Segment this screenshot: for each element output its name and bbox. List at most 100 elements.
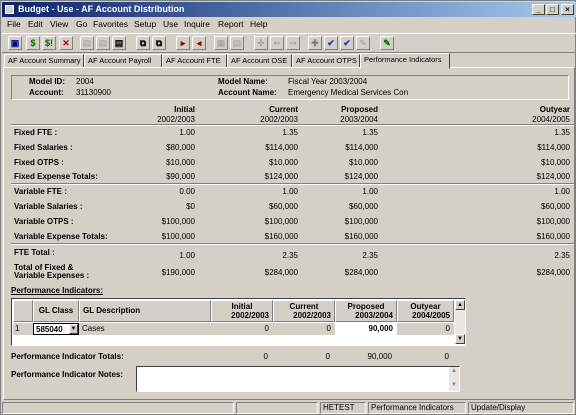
notes-scrollbar[interactable]: ▲ ▼ (449, 367, 459, 391)
copy-icon[interactable]: ⧉ (152, 36, 166, 50)
col-outyear-year: 2004/2005 (532, 115, 570, 124)
grid-icon[interactable]: ▤ (112, 36, 126, 50)
tab-af-account-summary[interactable]: AF Account Summary (4, 54, 84, 68)
variable-salaries-outyear: $60,000 (541, 202, 570, 211)
current-header-label: Current (289, 302, 319, 311)
gl-class-select[interactable]: 585040 ▼ (33, 323, 79, 335)
tab-performance-indicators[interactable]: Performance Indicators (360, 53, 450, 69)
menu-setup[interactable]: Setup (134, 19, 156, 29)
forward-arrow-icon[interactable]: ⇒ (286, 36, 300, 50)
account-label: Account: (29, 88, 64, 97)
divider (11, 183, 574, 185)
col-initial-label: Initial (174, 105, 195, 114)
fixed-fte-label: Fixed FTE : (14, 128, 58, 137)
tab-af-account-otps[interactable]: AF Account OTPS (292, 54, 360, 68)
nav-icon[interactable]: ▸ (176, 36, 190, 50)
fixed-salaries-initial: $80,000 (166, 143, 195, 152)
variable-fte-current: 1.00 (282, 187, 298, 196)
outyear-header-label: Outyear (410, 302, 441, 311)
outyear-header[interactable]: Outyear 2004/2005 (397, 300, 454, 322)
delete-icon[interactable]: ✕ (59, 36, 73, 50)
tab-strip: AF Account Summary AF Account Payroll AF… (4, 53, 574, 69)
tab-af-account-fte[interactable]: AF Account FTE (162, 54, 227, 68)
performance-total-current: 0 (325, 352, 330, 361)
model-name-label: Model Name: (218, 77, 268, 86)
scroll-down-icon[interactable]: ▼ (449, 381, 459, 391)
col-current-label: Current (269, 105, 298, 114)
outyear-cell[interactable]: 0 (397, 323, 454, 335)
fixed-fte-outyear: 1.35 (554, 128, 570, 137)
app-window: Budget - Use - AF Account Distribution _… (0, 0, 576, 415)
fixed-expense-totals-outyear: $124,000 (536, 172, 570, 181)
menu-view[interactable]: View (50, 19, 68, 29)
grid-icon[interactable]: ▤ (96, 36, 110, 50)
minimize-button[interactable]: _ (532, 4, 545, 15)
gl-description-cell[interactable]: Cases (79, 323, 211, 335)
performance-notes-field[interactable]: ▲ ▼ (136, 366, 460, 392)
grid-icon[interactable]: ▤ (80, 36, 94, 50)
proposed-header[interactable]: Proposed 2003/2004 (335, 300, 397, 322)
current-header[interactable]: Current 2002/2003 (273, 300, 335, 322)
row-number: 1 (13, 323, 33, 335)
add-icon[interactable]: ✚ (308, 36, 322, 50)
tab-af-account-payroll[interactable]: AF Account Payroll (84, 54, 162, 68)
menu-go[interactable]: Go (76, 19, 87, 29)
pencil-icon[interactable]: ✎ (356, 36, 370, 50)
tab-content: Model ID: 2004 Account: 31130900 Model N… (3, 67, 575, 400)
variable-expense-totals-current: $160,000 (264, 232, 298, 241)
menu-file[interactable]: File (7, 19, 21, 29)
account-value: 31130900 (76, 88, 111, 97)
grand-total-proposed: $284,000 (344, 268, 378, 277)
back-arrow-icon[interactable]: ⇐ (270, 36, 284, 50)
model-id-label: Model ID: (29, 77, 65, 86)
grand-total-initial: $190,000 (161, 268, 195, 277)
col-outyear-label: Outyear (539, 105, 570, 114)
grid-scrollbar[interactable]: ▲ ▼ (455, 300, 465, 344)
proposed-header-label: Proposed (347, 302, 385, 311)
scroll-up-icon[interactable]: ▲ (455, 300, 465, 310)
close-button[interactable]: × (561, 4, 574, 15)
account-name-label: Account Name: (218, 88, 277, 97)
nav-icon[interactable]: ◂ (192, 36, 206, 50)
proposed-cell[interactable]: 90,000 (335, 323, 397, 335)
variable-fte-outyear: 1.00 (554, 187, 570, 196)
save-icon[interactable]: ▣ (8, 36, 22, 50)
fixed-fte-initial: 1.00 (179, 128, 195, 137)
current-cell[interactable]: 0 (273, 323, 335, 335)
gl-class-header[interactable]: GL Class (33, 300, 79, 322)
menu-use[interactable]: Use (163, 19, 178, 29)
list-icon[interactable]: ▤ (230, 36, 244, 50)
marker-icon[interactable]: ✎ (380, 36, 394, 50)
menu-help[interactable]: Help (250, 19, 267, 29)
status-bar: HETEST Performance Indicators Update/Dis… (2, 401, 576, 415)
fixed-otps-label: Fixed OTPS : (14, 158, 64, 167)
initial-cell[interactable]: 0 (211, 323, 273, 335)
initial-header[interactable]: Initial 2002/2003 (211, 300, 273, 322)
dollar-icon[interactable]: $ (26, 36, 40, 50)
col-proposed-year: 2003/2004 (340, 115, 378, 124)
scroll-up-icon[interactable]: ▲ (449, 367, 459, 377)
crosshair-icon[interactable]: ✜ (254, 36, 268, 50)
gl-description-header[interactable]: GL Description (79, 300, 211, 322)
fixed-expense-totals-initial: $90,000 (166, 172, 195, 181)
fixed-salaries-proposed: $114,000 (345, 143, 378, 152)
variable-expense-totals-proposed: $160,000 (344, 232, 378, 241)
menu-report[interactable]: Report (218, 19, 244, 29)
menu-inquire[interactable]: Inquire (184, 19, 210, 29)
copy-icon[interactable]: ⧉ (136, 36, 150, 50)
chevron-down-icon[interactable]: ▼ (69, 324, 78, 334)
tab-af-account-ose[interactable]: AF Account OSE (227, 54, 292, 68)
dollar-exclaim-icon[interactable]: $! (42, 36, 56, 50)
model-id-value: 2004 (76, 77, 94, 86)
check-icon[interactable]: ✔ (324, 36, 338, 50)
maximize-button[interactable]: □ (546, 4, 559, 15)
variable-otps-outyear: $100,000 (536, 217, 570, 226)
menu-edit[interactable]: Edit (28, 19, 43, 29)
menu-favorites[interactable]: Favorites (93, 19, 128, 29)
title-bar: Budget - Use - AF Account Distribution _… (2, 2, 576, 17)
edit-icon[interactable]: ▦ (214, 36, 228, 50)
variable-fte-label: Variable FTE : (14, 187, 67, 196)
divider (11, 243, 574, 245)
scroll-down-icon[interactable]: ▼ (455, 334, 465, 344)
check-icon[interactable]: ✔ (340, 36, 354, 50)
